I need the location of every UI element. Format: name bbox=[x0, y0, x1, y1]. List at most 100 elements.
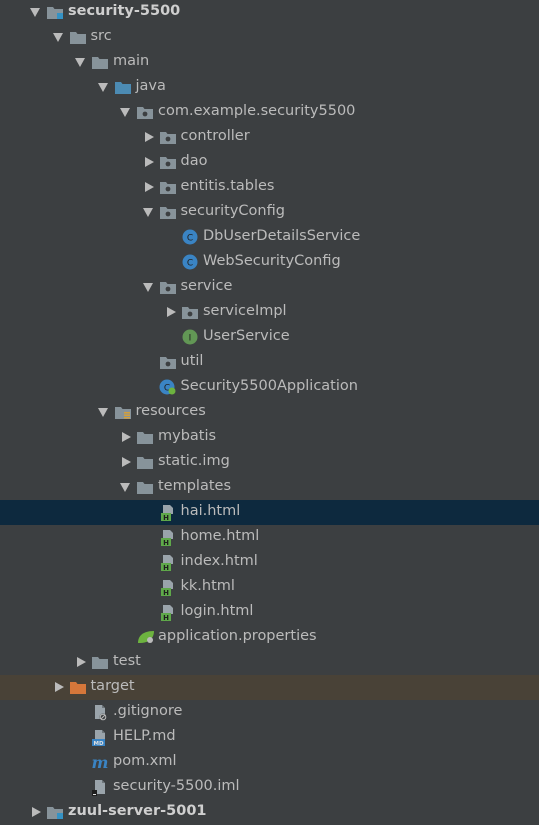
tree-row-com-example-security5500[interactable]: com.example.security5500 bbox=[0, 100, 539, 125]
collapse-arrow-icon[interactable] bbox=[144, 182, 154, 192]
tree-item-label: kk.html bbox=[180, 578, 235, 594]
expand-arrow-icon[interactable] bbox=[52, 33, 63, 42]
tree-item-label: index.html bbox=[180, 553, 258, 569]
tree-item-label: entitis.tables bbox=[180, 178, 275, 194]
svg-text:H: H bbox=[163, 564, 169, 572]
excluded-folder-icon bbox=[69, 679, 87, 695]
tree-row-templates[interactable]: templates bbox=[0, 475, 539, 500]
iml-file-icon bbox=[91, 779, 109, 796]
svg-text:MD: MD bbox=[93, 741, 103, 747]
tree-row-zuul-server-5001[interactable]: zuul-server-5001 bbox=[0, 800, 539, 825]
tree-item-label: src bbox=[90, 28, 112, 44]
package-icon bbox=[159, 279, 177, 295]
package-icon bbox=[136, 104, 154, 120]
tree-row-java[interactable]: java bbox=[0, 75, 539, 100]
html-file-icon: H bbox=[159, 604, 177, 622]
package-icon bbox=[159, 154, 177, 170]
tree-row-src[interactable]: src bbox=[0, 25, 539, 50]
tree-item-label: WebSecurityConfig bbox=[203, 253, 341, 269]
tree-row-util[interactable]: util bbox=[0, 350, 539, 375]
tree-row-login-html[interactable]: Hlogin.html bbox=[0, 600, 539, 625]
tree-item-label: test bbox=[113, 653, 141, 669]
tree-row-gitignore[interactable]: .gitignore bbox=[0, 700, 539, 725]
tree-row-securityconfig[interactable]: securityConfig bbox=[0, 200, 539, 225]
svg-text:C: C bbox=[187, 259, 193, 269]
tree-row-service[interactable]: service bbox=[0, 275, 539, 300]
svg-text:C: C bbox=[187, 234, 193, 244]
tree-row-pom-xml[interactable]: m pom.xml bbox=[0, 750, 539, 775]
svg-text:m: m bbox=[92, 754, 109, 770]
folder-icon bbox=[136, 429, 154, 445]
folder-icon bbox=[136, 479, 154, 495]
folder-icon bbox=[69, 29, 87, 45]
tree-row-static-img[interactable]: static.img bbox=[0, 450, 539, 475]
tree-row-entitis-tables[interactable]: entitis.tables bbox=[0, 175, 539, 200]
collapse-arrow-icon[interactable] bbox=[144, 132, 154, 142]
package-icon bbox=[159, 204, 177, 220]
collapse-arrow-icon[interactable] bbox=[122, 457, 131, 467]
tree-row-help-md[interactable]: MD HELP.md bbox=[0, 725, 539, 750]
tree-row-kk-html[interactable]: Hkk.html bbox=[0, 575, 539, 600]
tree-row-security-5500[interactable]: security-5500 bbox=[0, 0, 539, 25]
tree-row-test[interactable]: test bbox=[0, 650, 539, 675]
tree-row-application-properties[interactable]: application.properties bbox=[0, 625, 539, 650]
tree-item-label: UserService bbox=[203, 328, 290, 344]
tree-item-label: java bbox=[135, 78, 166, 94]
expand-arrow-icon[interactable] bbox=[30, 8, 40, 17]
html-file-icon: H bbox=[159, 554, 177, 572]
interface-icon: I bbox=[181, 329, 199, 345]
tree-row-userservice[interactable]: I UserService bbox=[0, 325, 539, 350]
expand-arrow-icon[interactable] bbox=[142, 208, 153, 217]
html-file-icon: H bbox=[159, 579, 177, 597]
tree-item-label: controller bbox=[180, 128, 250, 144]
tree-row-security-5500-iml[interactable]: security-5500.iml bbox=[0, 775, 539, 800]
tree-row-index-html[interactable]: Hindex.html bbox=[0, 550, 539, 575]
tree-item-label: home.html bbox=[180, 528, 260, 544]
tree-row-target[interactable]: target bbox=[0, 675, 539, 700]
tree-item-label: serviceImpl bbox=[203, 303, 287, 319]
tree-item-label: pom.xml bbox=[113, 753, 177, 769]
gitignore-file-icon bbox=[91, 704, 109, 721]
tree-row-dao[interactable]: dao bbox=[0, 150, 539, 175]
tree-row-serviceimpl[interactable]: serviceImpl bbox=[0, 300, 539, 325]
collapse-arrow-icon[interactable] bbox=[122, 432, 131, 442]
collapse-arrow-icon[interactable] bbox=[77, 657, 86, 667]
project-tree: security-5500 src main java com.example.… bbox=[0, 0, 539, 819]
tree-row-websecurityconfig[interactable]: C WebSecurityConfig bbox=[0, 250, 539, 275]
tree-item-label: security-5500 bbox=[68, 3, 181, 19]
source-root-folder-icon bbox=[114, 79, 132, 95]
expand-arrow-icon[interactable] bbox=[75, 58, 85, 67]
tree-item-label: .gitignore bbox=[113, 703, 183, 719]
package-icon bbox=[159, 354, 177, 370]
module-folder-icon bbox=[46, 4, 64, 20]
collapse-arrow-icon[interactable] bbox=[144, 157, 154, 167]
tree-row-resources[interactable]: resources bbox=[0, 400, 539, 425]
tree-item-label: security-5500.iml bbox=[113, 778, 240, 794]
svg-text:H: H bbox=[163, 614, 169, 622]
tree-item-label: Security5500Application bbox=[180, 378, 358, 394]
collapse-arrow-icon[interactable] bbox=[32, 807, 41, 817]
collapse-arrow-icon[interactable] bbox=[167, 307, 176, 317]
tree-row-controller[interactable]: controller bbox=[0, 125, 539, 150]
tree-item-label: securityConfig bbox=[180, 203, 285, 219]
svg-text:H: H bbox=[163, 514, 169, 522]
tree-item-label: templates bbox=[158, 478, 232, 494]
tree-row-mybatis[interactable]: mybatis bbox=[0, 425, 539, 450]
folder-icon bbox=[91, 54, 109, 70]
expand-arrow-icon[interactable] bbox=[97, 83, 108, 92]
tree-row-hai-html[interactable]: Hhai.html bbox=[0, 500, 539, 525]
expand-arrow-icon[interactable] bbox=[120, 108, 130, 117]
html-file-icon: H bbox=[159, 529, 177, 547]
tree-item-label: mybatis bbox=[158, 428, 217, 444]
collapse-arrow-icon[interactable] bbox=[54, 682, 64, 692]
tree-item-label: DbUserDetailsService bbox=[203, 228, 361, 244]
expand-arrow-icon[interactable] bbox=[120, 483, 130, 492]
tree-row-dbuserdetailsservice[interactable]: C DbUserDetailsService bbox=[0, 225, 539, 250]
tree-row-home-html[interactable]: Hhome.html bbox=[0, 525, 539, 550]
tree-row-security5500application[interactable]: C Security5500Application bbox=[0, 375, 539, 400]
expand-arrow-icon[interactable] bbox=[97, 408, 108, 417]
expand-arrow-icon[interactable] bbox=[142, 283, 153, 292]
package-icon bbox=[181, 304, 199, 320]
tree-row-main[interactable]: main bbox=[0, 50, 539, 75]
svg-text:H: H bbox=[163, 589, 169, 597]
